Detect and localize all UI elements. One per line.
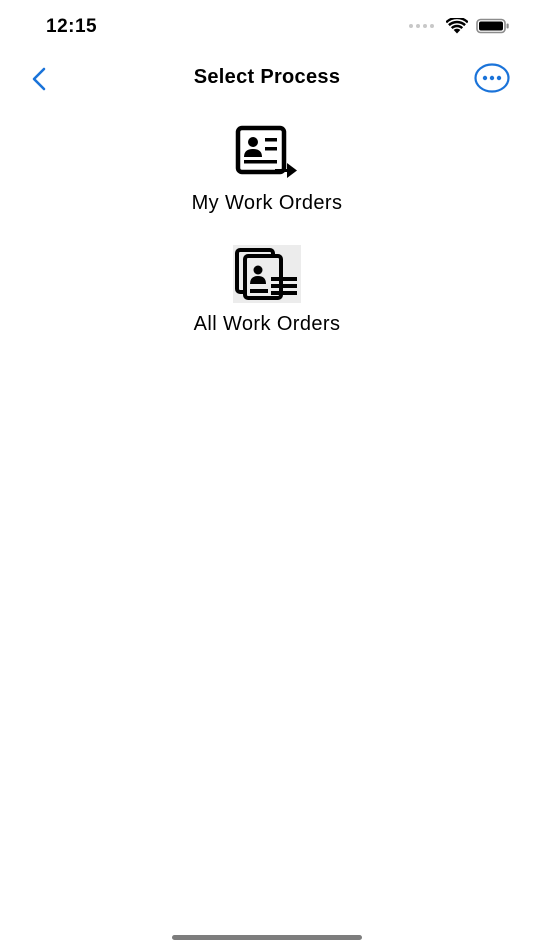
process-item-my-work-orders[interactable]: My Work Orders [0,124,534,215]
status-bar: 12:15 [0,0,534,56]
my-work-orders-icon [233,124,301,182]
navigation-bar: Select Process [0,56,534,100]
page-title: Select Process [193,66,341,88]
process-list: My Work Orders All Work Orders [0,124,534,336]
more-options-button[interactable] [474,62,510,94]
process-label: All Work Orders [193,313,341,335]
process-item-all-work-orders[interactable]: All Work Orders [0,245,534,336]
wifi-icon [446,18,468,34]
signal-dots-icon [409,24,434,28]
home-indicator[interactable] [172,935,362,940]
status-icons [409,18,510,34]
status-time: 12:15 [46,16,98,37]
more-options-icon [474,63,510,93]
battery-icon [476,18,509,34]
all-work-orders-icon [233,245,301,303]
process-label: My Work Orders [191,192,343,214]
